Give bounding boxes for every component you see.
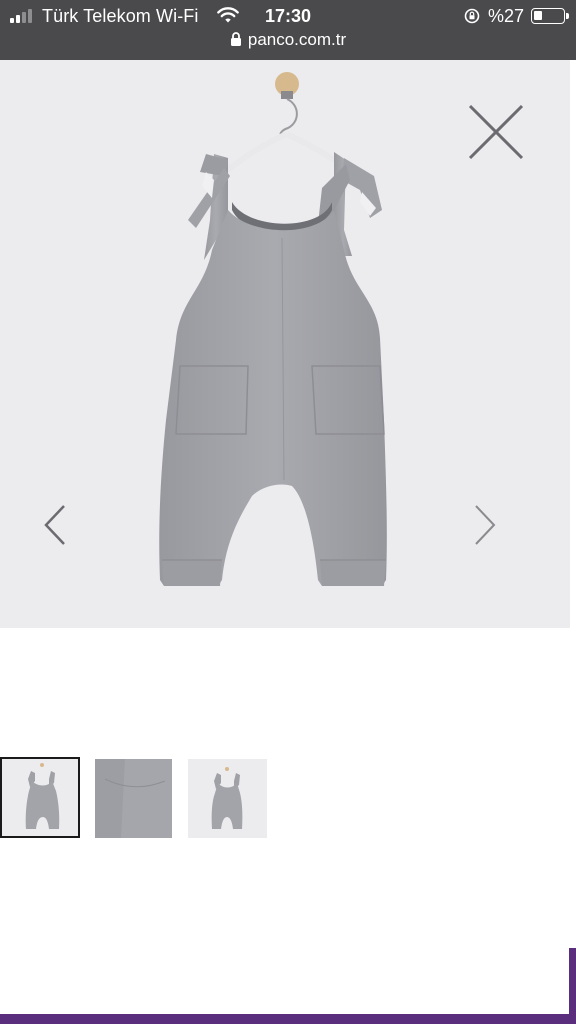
browser-chrome: Türk Telekom Wi-Fi 17:30 %27 panco.com.t… — [0, 0, 576, 60]
rotation-lock-icon — [464, 8, 480, 24]
product-image-viewer — [0, 60, 570, 628]
purple-accent-bar — [0, 1014, 576, 1024]
purple-accent-edge — [569, 948, 576, 1024]
chevron-left-icon[interactable] — [38, 500, 74, 550]
close-icon[interactable] — [466, 102, 526, 162]
thumbnail-3[interactable] — [188, 759, 267, 838]
thumbnail-2[interactable] — [95, 759, 172, 838]
padlock-icon — [230, 32, 241, 46]
chevron-right-icon[interactable] — [466, 500, 502, 550]
url-text: panco.com.tr — [247, 30, 347, 49]
battery-icon — [531, 8, 569, 24]
battery-percent: %27 — [488, 6, 525, 26]
thumbnail-1[interactable] — [0, 757, 80, 838]
address-bar[interactable]: panco.com.tr — [0, 30, 576, 54]
status-bar: Türk Telekom Wi-Fi 17:30 %27 — [0, 0, 576, 30]
